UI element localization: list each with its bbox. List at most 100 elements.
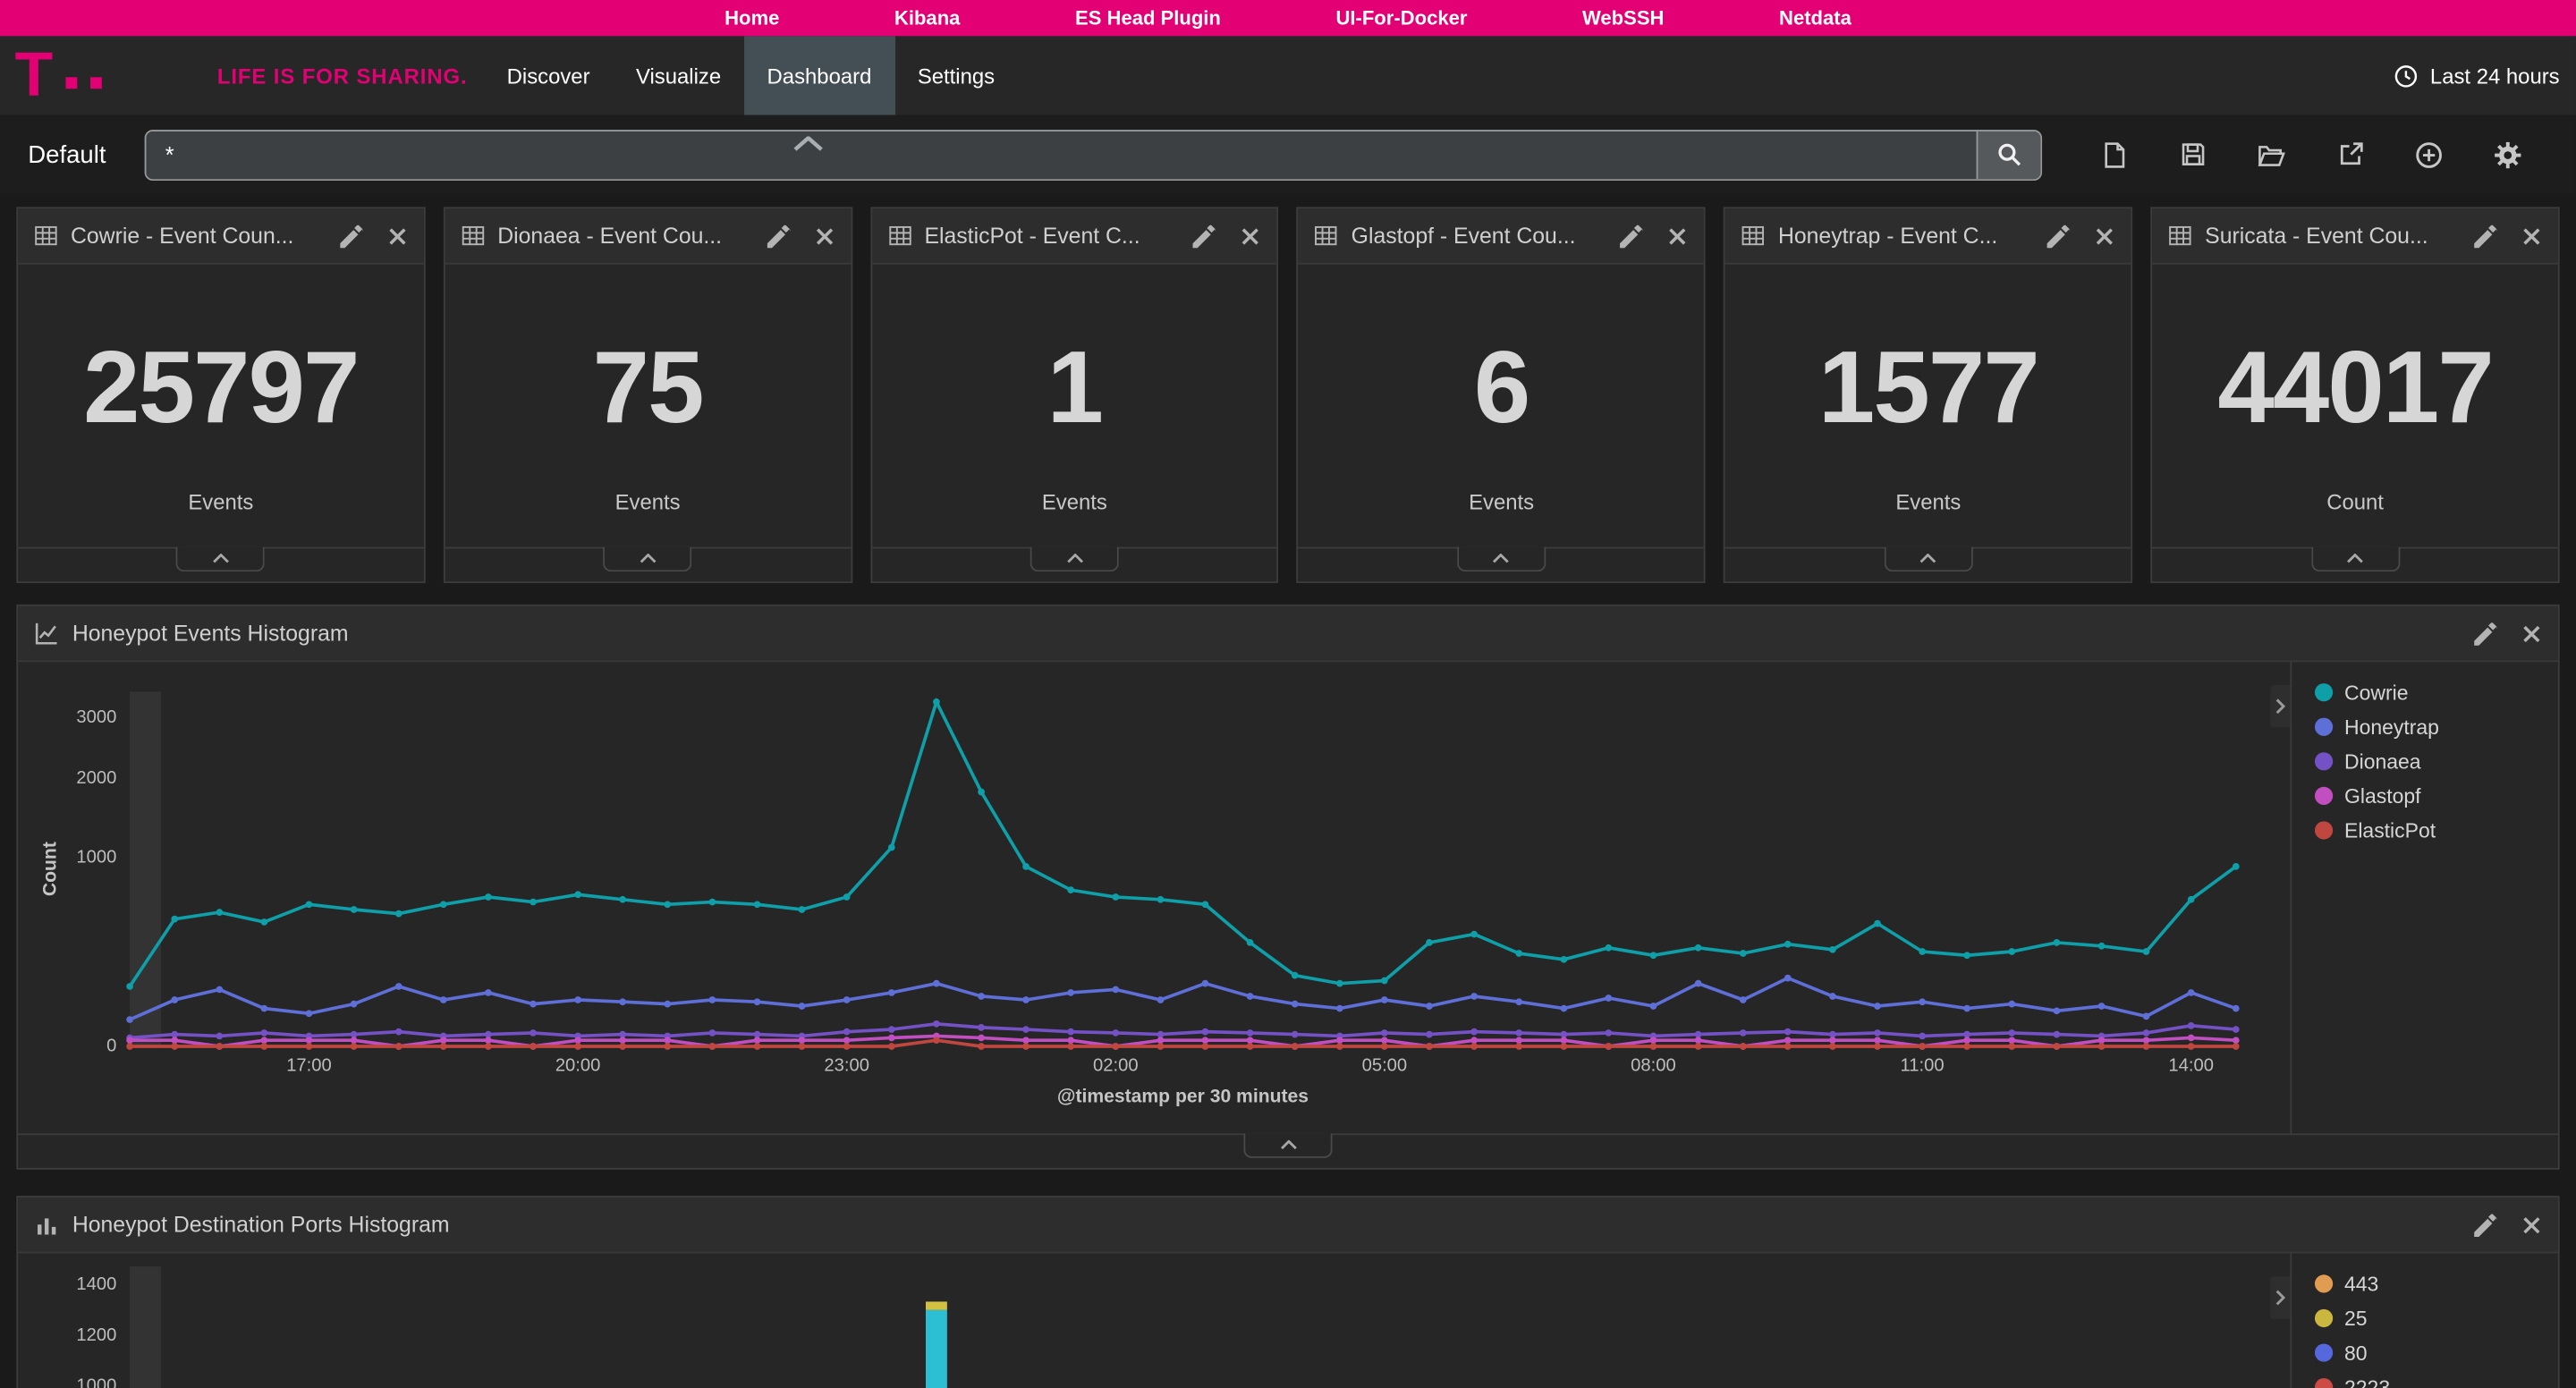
collapse-toggle[interactable] (1457, 547, 1546, 572)
metric-panel: Suricata - Event Cou...44017Count (2151, 207, 2560, 583)
search-button[interactable] (1976, 131, 2040, 178)
tmobile-logo[interactable]: T (15, 39, 54, 112)
collapse-toggle[interactable] (1030, 547, 1119, 572)
add-visualization-button[interactable] (2412, 138, 2445, 171)
chevron-up-icon (1492, 554, 1510, 563)
new-dashboard-button[interactable] (2097, 138, 2131, 171)
metric-panel: Dionaea - Event Cou...75Events (444, 207, 852, 583)
y-tick-label: 0 (57, 1037, 116, 1056)
legend-item[interactable]: Glastopf (2315, 779, 2558, 814)
external-link-icon (2337, 141, 2363, 167)
topnav-link-es-head-plugin[interactable]: ES Head Plugin (1075, 6, 1221, 30)
remove-icon[interactable] (2521, 1214, 2541, 1234)
open-dashboard-button[interactable] (2255, 138, 2288, 171)
kibana-nav-tabs: DiscoverVisualizeDashboardSettings (484, 36, 1018, 114)
plus-circle-icon (2415, 140, 2443, 168)
topnav-link-netdata[interactable]: Netdata (1779, 6, 1852, 30)
legend-toggle[interactable] (2270, 685, 2290, 728)
collapse-toggle[interactable] (604, 547, 692, 572)
remove-icon[interactable] (387, 226, 407, 246)
topnav-link-kibana[interactable]: Kibana (894, 6, 960, 30)
dashboard-toolbar (2097, 138, 2525, 171)
nav-tab-dashboard[interactable]: Dashboard (744, 36, 894, 114)
chevron-right-icon (2275, 698, 2285, 715)
edit-icon[interactable] (340, 224, 363, 248)
legend-item[interactable]: 2223 (2315, 1370, 2558, 1388)
edit-icon[interactable] (2047, 224, 2071, 248)
remove-icon[interactable] (814, 226, 834, 246)
brand-tagline: LIFE IS FOR SHARING. (217, 63, 468, 89)
remove-icon[interactable] (2521, 226, 2541, 246)
metric-body: 44017Count (2152, 265, 2557, 547)
metric-label: Events (1042, 489, 1107, 514)
nav-tab-visualize[interactable]: Visualize (613, 36, 744, 114)
panel-collapse-strip (1299, 547, 1704, 582)
metric-panel: Glastopf - Event Cou... 6 Events (1297, 207, 1706, 583)
y-tick-label: 3000 (57, 708, 116, 728)
metric-body: 1Events (872, 265, 1277, 547)
panel-title: Dionaea - Event Cou... (497, 224, 741, 249)
panel-header: Honeypot Destination Ports Histogram (18, 1198, 2558, 1253)
metric-label: Events (1469, 489, 1534, 514)
edit-icon[interactable] (2474, 622, 2497, 645)
tpot-kibana-dashboard: Home Kibana ES Head Plugin UI-For-Docker Web… (0, 0, 2576, 1388)
legend-item[interactable]: 443 (2315, 1266, 2558, 1301)
topnav-link-ui-for-docker[interactable]: UI-For-Docker (1335, 6, 1467, 30)
nav-tab-settings[interactable]: Settings (894, 36, 1018, 114)
metric-panel: Cowrie - Event Coun...25797Events (16, 207, 425, 583)
legend-label: 2223 (2344, 1375, 2390, 1388)
panel-title: Honeypot Events Histogram (72, 621, 2450, 646)
legend-item[interactable]: 25 (2315, 1301, 2558, 1336)
legend-label: Cowrie (2344, 681, 2408, 704)
y-tick-label: 1000 (57, 1376, 116, 1388)
legend-label: 25 (2344, 1307, 2368, 1330)
external-services-nav: Home Kibana ES Head Plugin UI-For-Docker Web… (0, 0, 2576, 36)
metric-body: 6 Events (1299, 265, 1704, 547)
legend-toggle[interactable] (2270, 1276, 2290, 1319)
remove-icon[interactable] (1668, 226, 1688, 246)
options-button[interactable] (2491, 138, 2524, 171)
remove-icon[interactable] (2521, 623, 2541, 643)
edit-icon[interactable] (2474, 1213, 2497, 1236)
collapse-toggle[interactable] (2310, 547, 2399, 572)
legend-color-dot (2315, 821, 2333, 839)
collapse-toggle[interactable] (1243, 1133, 1332, 1158)
save-dashboard-button[interactable] (2176, 138, 2209, 171)
kibana-navbar: T LIFE IS FOR SHARING. DiscoverVisualize… (0, 36, 2576, 114)
metric-value: 1577 (1818, 338, 2038, 440)
panel-header: Honeytrap - Event C... (1725, 208, 2131, 264)
save-icon (2179, 141, 2205, 167)
legend-item[interactable]: Cowrie (2315, 675, 2558, 710)
panel-title: Glastopf - Event Cou... (1352, 224, 1596, 249)
panel-collapse-strip (18, 547, 423, 582)
metric-value: 6 (1474, 338, 1530, 440)
edit-icon[interactable] (1621, 224, 1644, 248)
dashboard-name: Default (28, 140, 106, 168)
table-icon (888, 225, 911, 247)
legend-item[interactable]: ElasticPot (2315, 813, 2558, 848)
y-tick-label: 1200 (57, 1325, 116, 1345)
nav-tab-discover[interactable]: Discover (484, 36, 613, 114)
chevron-up-icon (639, 554, 657, 563)
remove-icon[interactable] (1241, 226, 1261, 246)
timepicker[interactable]: Last 24 hours (2394, 36, 2576, 114)
edit-icon[interactable] (2474, 224, 2497, 248)
chevron-up-icon (1065, 554, 1083, 563)
metric-value: 25797 (83, 338, 359, 440)
edit-icon[interactable] (1193, 224, 1216, 248)
legend-label: Dionaea (2344, 749, 2421, 773)
query-input[interactable] (146, 131, 1976, 178)
collapse-toggle[interactable] (1884, 547, 1972, 572)
share-dashboard-button[interactable] (2334, 138, 2367, 171)
legend-item[interactable]: 80 (2315, 1335, 2558, 1370)
legend-item[interactable]: Honeytrap (2315, 709, 2558, 744)
topnav-link-webssh[interactable]: WebSSH (1582, 6, 1664, 30)
edit-icon[interactable] (767, 224, 790, 248)
search-group (144, 129, 2041, 180)
folder-open-icon (2258, 142, 2285, 167)
collapse-toggle[interactable] (176, 547, 265, 572)
topnav-link-home[interactable]: Home (724, 6, 779, 30)
legend-item[interactable]: Dionaea (2315, 744, 2558, 779)
legend-label: 443 (2344, 1273, 2378, 1296)
remove-icon[interactable] (2095, 226, 2114, 246)
